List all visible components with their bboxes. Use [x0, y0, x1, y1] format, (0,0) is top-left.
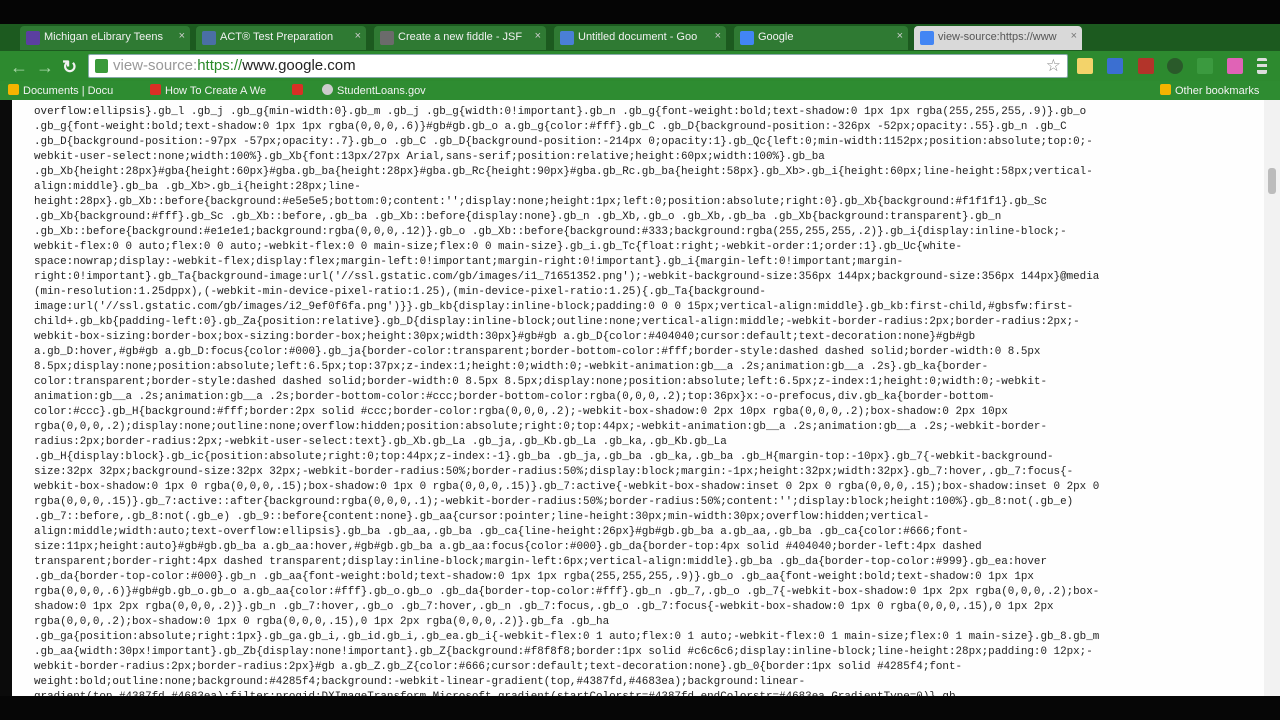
source-line: rgba(0,0,0,.2);display:none;outline:none…: [34, 421, 1047, 433]
bookmark-star-icon[interactable]: ☆: [1046, 56, 1061, 76]
source-line: align:middle}.gb_ba .gb_Xb>.gb_i{height:…: [34, 181, 361, 193]
source-line: .gb_da{border-top-color:#000}.gb_n .gb_a…: [34, 571, 1034, 583]
menu-icon[interactable]: [1257, 58, 1267, 74]
source-line: size:11px;height:auto}#gb#gb.gb_ba a.gb_…: [34, 541, 982, 553]
tab-act-test-prep[interactable]: ACT® Test Preparation ×: [196, 26, 366, 50]
address-bar[interactable]: view-source:https://www.google.com ☆: [88, 54, 1068, 78]
folder-icon: [1160, 84, 1171, 95]
source-line: webkit-box-shadow:0 1px 0 rgba(0,0,0,.15…: [34, 481, 1100, 493]
tab-favicon-icon: [920, 31, 934, 45]
source-line: color:transparent;border-style:dashed da…: [34, 376, 1047, 388]
extension-red-icon[interactable]: [1138, 58, 1154, 74]
url-text: view-source:https://www.google.com: [113, 57, 356, 74]
bookmark-globe-icon: [322, 84, 333, 95]
tab-title: ACT® Test Preparation: [220, 31, 334, 43]
tab-favicon-icon: [560, 31, 574, 45]
source-view: overflow:ellipsis}.gb_l .gb_j .gb_g{min-…: [12, 100, 1268, 696]
source-code: overflow:ellipsis}.gb_l .gb_j .gb_g{min-…: [12, 100, 1268, 696]
source-line: space:nowrap;display:-webkit-flex;displa…: [34, 256, 904, 268]
tab-close-icon[interactable]: ×: [535, 30, 541, 42]
source-line: shadow:0 1px 2px rgba(0,0,0,.2)}.gb_n .g…: [34, 601, 1054, 613]
source-line: .gb_Xb::before{background:#e1e1e1;backgr…: [34, 226, 1067, 238]
source-line: rgba(0,0,0,.2);box-shadow:0 1px 0 rgba(0…: [34, 616, 610, 628]
source-line: image:url('//ssl.gstatic.com/gb/images/i…: [34, 301, 1074, 313]
source-line: overflow:ellipsis}.gb_l .gb_j .gb_g{min-…: [34, 106, 1087, 118]
source-line: weight:bold;outline:none;background:#428…: [34, 676, 806, 688]
extension-leaf-icon[interactable]: [1197, 58, 1213, 74]
url-host: www.google.com: [242, 57, 356, 74]
tab-title: view-source:https://www: [938, 31, 1057, 43]
bookmark-folder-icon: [8, 84, 19, 95]
tab-title: Michigan eLibrary Teens: [44, 31, 164, 43]
source-line: align:middle;width:auto;text-overflow:el…: [34, 526, 969, 538]
source-line: .gb_H{display:block}.gb_ic{position:abso…: [34, 451, 1054, 463]
bookmark-label: StudentLoans.gov: [337, 85, 426, 97]
source-line: .gb_Xb{height:28px}#gba{height:60px}#gba…: [34, 166, 1093, 178]
source-line: rgba(0,0,0,.6)}#gb#gb.gb_o.gb_o a.gb_aa{…: [34, 586, 1100, 598]
source-line: webkit-flex:0 0 auto;flex:0 0 auto;-webk…: [34, 241, 963, 253]
tab-close-icon[interactable]: ×: [179, 30, 185, 42]
source-line: radius:2px;border-radius:2px;-webkit-use…: [34, 436, 727, 448]
source-line: right:0!important}.gb_Ta{background-imag…: [34, 271, 1100, 283]
screen-bottom-edge: [0, 696, 1280, 720]
extension-app-icon[interactable]: [1107, 58, 1123, 74]
tab-jsfiddle[interactable]: Create a new fiddle - JSF ×: [374, 26, 546, 50]
tab-view-source[interactable]: view-source:https://www ×: [914, 26, 1082, 50]
bookmark-mail-icon: [292, 84, 303, 95]
source-line: color:#ccc}.gb_H{background:#fff;border:…: [34, 406, 1008, 418]
bookmark-youtube-icon: [150, 84, 161, 95]
source-line: .gb_7::before,.gb_8:not(.gb_e) .gb_9::be…: [34, 511, 930, 523]
source-line: .gb_g{font-weight:bold;text-shadow:0 1px…: [34, 121, 1067, 133]
source-line: transparent;border-right:4px dashed tran…: [34, 556, 1047, 568]
tab-title: Create a new fiddle - JSF: [398, 31, 523, 43]
scrollbar-thumb[interactable]: [1268, 168, 1276, 194]
tab-close-icon[interactable]: ×: [1071, 30, 1077, 42]
lock-icon: [95, 59, 108, 73]
extension-gear-icon[interactable]: [1167, 58, 1183, 74]
source-line: rgba(0,0,0,.15)}.gb_7:active::after{back…: [34, 496, 1074, 508]
bookmark-how-to-create[interactable]: How To Create A We: [150, 84, 266, 97]
tab-close-icon[interactable]: ×: [355, 30, 361, 42]
tab-favicon-icon: [380, 31, 394, 45]
source-line: (min-resolution:1.25dppx),(-webkit-min-d…: [34, 286, 766, 298]
source-line: webkit-box-sizing:border-box;box-sizing:…: [34, 331, 976, 343]
back-button[interactable]: ←: [10, 57, 28, 78]
bookmark-documents[interactable]: Documents | Docu: [8, 84, 113, 97]
source-line: .gb_ga{position:absolute;right:1px}.gb_g…: [34, 631, 1100, 643]
forward-button[interactable]: →: [36, 57, 54, 78]
url-https: https://: [197, 57, 243, 74]
tab-title: Google: [758, 31, 794, 43]
source-line: child+.gb_kb{padding-left:0}.gb_Za{posit…: [34, 316, 1080, 328]
tab-favicon-icon: [26, 31, 40, 45]
source-line: a.gb_D:hover,#gb#gb a.gb_D:focus{color:#…: [34, 346, 1041, 358]
bookmark-label: Documents | Docu: [23, 85, 114, 97]
screen-top-edge: [0, 0, 1280, 24]
other-bookmarks[interactable]: Other bookmarks: [1160, 84, 1259, 97]
bookmark-studentloans[interactable]: StudentLoans.gov: [322, 84, 426, 97]
url-scheme-prefix: view-source:: [113, 57, 198, 74]
source-line: 8.5px;display:none;position:absolute;lef…: [34, 361, 989, 373]
tab-close-icon[interactable]: ×: [715, 30, 721, 42]
tab-untitled-document[interactable]: Untitled document - Goo ×: [554, 26, 726, 50]
source-line: webkit-user-select:none;width:100%}.gb_X…: [34, 151, 825, 163]
bookmark-mail[interactable]: [292, 84, 307, 97]
source-line: webkit-border-radius:2px;border-radius:2…: [34, 661, 963, 673]
tab-michigan-elibrary[interactable]: Michigan eLibrary Teens ×: [20, 26, 190, 50]
other-bookmarks-label: Other bookmarks: [1175, 85, 1260, 97]
bookmark-label: How To Create A We: [165, 85, 267, 97]
source-line: height:28px}.gb_Xb::before{background:#e…: [34, 196, 1047, 208]
extension-note-icon[interactable]: [1077, 58, 1093, 74]
source-line: .gb_Xb{background:#fff}.gb_Sc .gb_Xb::be…: [34, 211, 1002, 223]
tab-google[interactable]: Google ×: [734, 26, 908, 50]
tab-favicon-icon: [202, 31, 216, 45]
source-line: animation:gb__a .2s;animation:gb__a .2s;…: [34, 391, 995, 403]
source-line: .gb_D{background-position:-97px -57px;op…: [34, 136, 1093, 148]
source-line: .gb_aa{width:30px!important}.gb_Zb{displ…: [34, 646, 1093, 658]
tab-close-icon[interactable]: ×: [897, 30, 903, 42]
tab-favicon-icon: [740, 31, 754, 45]
extension-pink-icon[interactable]: [1227, 58, 1243, 74]
reload-button[interactable]: ↻: [62, 57, 77, 78]
source-line: size:32px 32px;background-size:32px 32px…: [34, 466, 1074, 478]
tab-title: Untitled document - Goo: [578, 31, 698, 43]
